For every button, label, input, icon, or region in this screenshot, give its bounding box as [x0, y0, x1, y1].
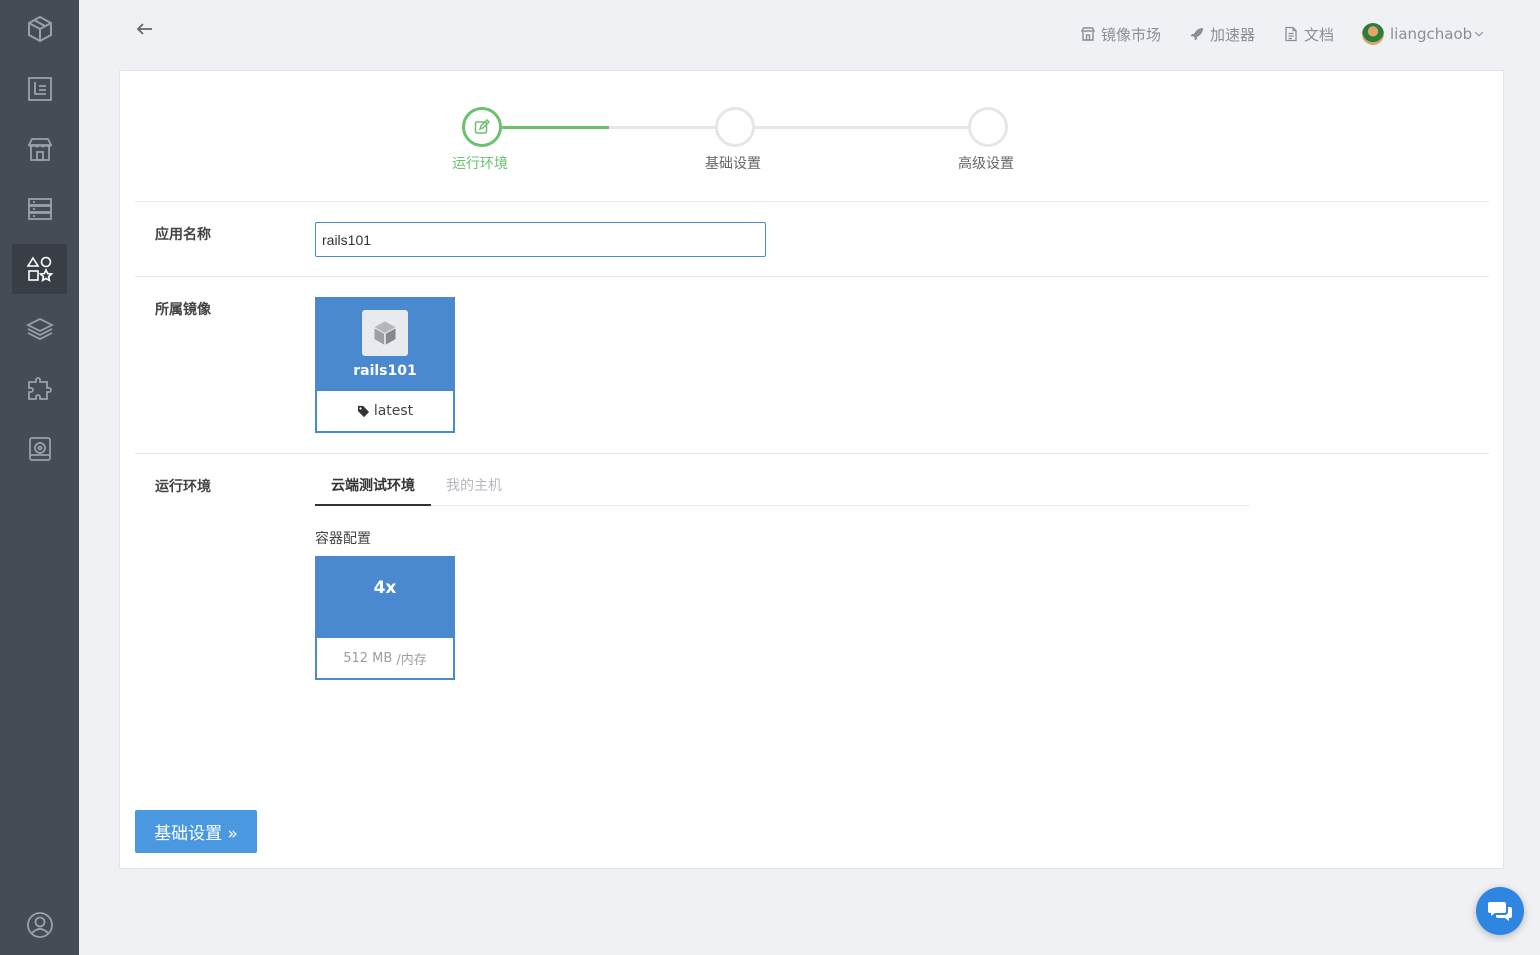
step-3-circle [968, 107, 1008, 147]
step-connector-1 [609, 126, 715, 129]
nav-accelerator-label: 加速器 [1210, 25, 1256, 44]
avatar [1362, 23, 1384, 45]
image-card[interactable]: rails101 latest [315, 297, 455, 433]
image-card-header: rails101 [317, 299, 453, 391]
user-menu[interactable]: liangchaob [1362, 22, 1484, 46]
tab-my-host[interactable]: 我的主机 [446, 475, 502, 506]
server-icon[interactable] [12, 184, 67, 234]
memory-value: 512 MB [343, 650, 393, 666]
step-1-circle [462, 107, 502, 147]
tag-icon [357, 405, 369, 417]
chevron-down-icon [1475, 31, 1484, 37]
store-icon [1080, 27, 1096, 41]
memory-suffix: /内存 [396, 652, 427, 668]
runtime-label: 运行环境 [155, 479, 211, 495]
store-icon[interactable] [12, 124, 67, 174]
logo-cube-icon[interactable] [12, 4, 67, 54]
image-name: rails101 [353, 363, 417, 379]
username: liangchaob [1390, 25, 1473, 43]
apps-shapes-icon[interactable] [12, 244, 67, 294]
document-icon [1285, 26, 1297, 42]
chat-button[interactable] [1476, 887, 1524, 935]
rocket-icon [1190, 28, 1203, 41]
tab-cloud-test[interactable]: 云端测试环境 [315, 475, 431, 506]
container-size: 4x [317, 558, 453, 638]
image-tag-label: latest [373, 403, 414, 419]
image-tag: latest [317, 391, 453, 431]
step-2-circle [715, 107, 755, 147]
step-connector-2 [754, 126, 968, 129]
container-memory: 512 MB /内存 [317, 638, 453, 678]
sidebar [0, 0, 79, 955]
nav-accelerator[interactable]: 加速器 [1189, 22, 1255, 46]
create-app-panel: 运行环境 基础设置 高级设置 应用名称 所属镜像 rails101 latest… [119, 70, 1504, 869]
nav-docs-label: 文档 [1304, 25, 1335, 44]
step-connector-1-done [499, 126, 609, 129]
nav-docs[interactable]: 文档 [1283, 22, 1334, 46]
divider [135, 453, 1489, 454]
nav-image-market[interactable]: 镜像市场 [1080, 22, 1161, 46]
next-step-button[interactable]: 基础设置 » [135, 810, 257, 853]
dashboard-icon[interactable] [12, 64, 67, 114]
user-icon[interactable] [12, 900, 67, 950]
disk-icon[interactable] [12, 424, 67, 474]
app-name-label: 应用名称 [155, 227, 211, 243]
cube-icon [362, 310, 408, 356]
container-size-card[interactable]: 4x 512 MB /内存 [315, 556, 455, 680]
divider [135, 201, 1489, 202]
container-config-label: 容器配置 [315, 531, 371, 547]
image-label: 所属镜像 [155, 302, 211, 318]
step-2-label: 基础设置 [705, 156, 761, 172]
back-arrow-icon[interactable] [134, 18, 156, 40]
edit-icon [474, 119, 490, 134]
step-3-label: 高级设置 [958, 156, 1014, 172]
layers-icon[interactable] [12, 304, 67, 354]
app-name-input[interactable] [315, 222, 766, 257]
nav-image-market-label: 镜像市场 [1101, 25, 1162, 44]
runtime-tabs: 云端测试环境 我的主机 [315, 471, 1250, 506]
step-1-label: 运行环境 [452, 156, 508, 172]
chat-bubbles-icon [1488, 902, 1512, 921]
divider [135, 276, 1489, 277]
puzzle-icon[interactable] [12, 364, 67, 414]
